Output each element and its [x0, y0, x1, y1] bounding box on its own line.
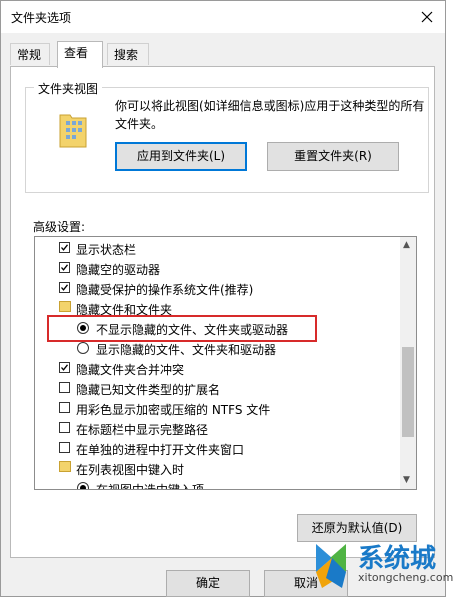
tab-view-label: 查看: [64, 46, 89, 60]
watermark-url: xitongcheng.com: [358, 571, 454, 584]
folder-views-description: 你可以将此视图(如详细信息或图标)应用于这种类型的所有文件夹。: [115, 99, 425, 131]
tree-item-label: 在单独的进程中打开文件夹窗口: [76, 443, 245, 457]
tree-item-label: 用彩色显示加密或压缩的 NTFS 文件: [76, 403, 271, 417]
title-bar: 文件夹选项: [1, 1, 445, 33]
folder-icon: [59, 301, 71, 312]
advanced-settings-label: 高级设置:: [33, 220, 86, 234]
tree-item-label: 隐藏受保护的操作系统文件(推荐): [76, 283, 254, 297]
checkmark-icon: [61, 364, 69, 371]
radio-button[interactable]: [77, 342, 89, 354]
tree-item-hide-extensions[interactable]: 隐藏已知文件类型的扩展名: [35, 378, 401, 398]
tree-group-list-typing: 在列表视图中键入时: [35, 458, 401, 478]
checkmark-icon: [61, 244, 69, 251]
tree-item-hide-protected-os-files[interactable]: 隐藏受保护的操作系统文件(推荐): [35, 278, 401, 298]
close-button[interactable]: [411, 1, 443, 33]
checkbox[interactable]: [59, 242, 70, 253]
tree-item-hide-empty-drives[interactable]: 隐藏空的驱动器: [35, 258, 401, 278]
tree-item-label: 显示状态栏: [76, 243, 137, 257]
close-icon: [421, 11, 433, 23]
apply-to-folders-button[interactable]: 应用到文件夹(L): [115, 142, 247, 171]
tree-item-select-typed[interactable]: 在视图中选中键入项: [35, 478, 401, 490]
advanced-settings-tree[interactable]: 显示状态栏 隐藏空的驱动器 隐藏受保护的操作系统文件(推荐) 隐藏文件和文件夹 …: [34, 236, 417, 490]
checkmark-icon: [61, 264, 69, 271]
tree-item-color-ntfs[interactable]: 用彩色显示加密或压缩的 NTFS 文件: [35, 398, 401, 418]
checkbox[interactable]: [59, 282, 70, 293]
folder-view-icon: [59, 114, 87, 148]
folder-icon: [59, 461, 71, 472]
folder-views-legend: 文件夹视图: [34, 80, 103, 97]
tree-item-label: 隐藏已知文件类型的扩展名: [76, 383, 221, 397]
vertical-scrollbar[interactable]: ▲ ▼: [400, 237, 416, 489]
tree-item-label: 隐藏文件夹合并冲突: [76, 363, 185, 377]
radio-button[interactable]: [77, 482, 89, 489]
ok-button[interactable]: 确定: [166, 570, 250, 597]
tree-item-hide-merge-conflicts[interactable]: 隐藏文件夹合并冲突: [35, 358, 401, 378]
tree-item-label: 隐藏空的驱动器: [76, 263, 161, 277]
checkbox[interactable]: [59, 382, 70, 393]
checkbox[interactable]: [59, 362, 70, 373]
checkmark-icon: [61, 284, 69, 291]
tab-search-label: 搜索: [114, 48, 139, 62]
watermark-brand: 系统城: [358, 544, 437, 574]
tab-general-label: 常规: [17, 48, 42, 62]
tree-item-show-status-bar[interactable]: 显示状态栏: [35, 238, 401, 258]
checkbox[interactable]: [59, 422, 70, 433]
scrollbar-thumb[interactable]: [402, 347, 414, 437]
tree-item-label: 显示隐藏的文件、文件夹和驱动器: [96, 343, 277, 357]
tree-item-label: 在标题栏中显示完整路径: [76, 423, 209, 437]
tree-item-separate-process[interactable]: 在单独的进程中打开文件夹窗口: [35, 438, 401, 458]
tab-search[interactable]: 搜索: [107, 43, 149, 65]
scroll-up-icon[interactable]: ▲: [403, 240, 410, 250]
window-title: 文件夹选项: [11, 11, 72, 25]
tree-group-label: 在列表视图中键入时: [76, 463, 185, 477]
scroll-down-icon[interactable]: ▼: [403, 475, 410, 485]
tab-view[interactable]: 查看: [57, 41, 103, 68]
tree-item-full-path-title[interactable]: 在标题栏中显示完整路径: [35, 418, 401, 438]
tab-general[interactable]: 常规: [10, 43, 50, 65]
annotation-highlight-box: [47, 315, 317, 342]
reset-folders-button[interactable]: 重置文件夹(R): [267, 142, 399, 171]
checkbox[interactable]: [59, 402, 70, 413]
tab-strip: 常规 查看 搜索: [1, 41, 445, 68]
checkbox[interactable]: [59, 442, 70, 453]
tree-item-label: 在视图中选中键入项: [96, 483, 205, 490]
checkbox[interactable]: [59, 262, 70, 273]
